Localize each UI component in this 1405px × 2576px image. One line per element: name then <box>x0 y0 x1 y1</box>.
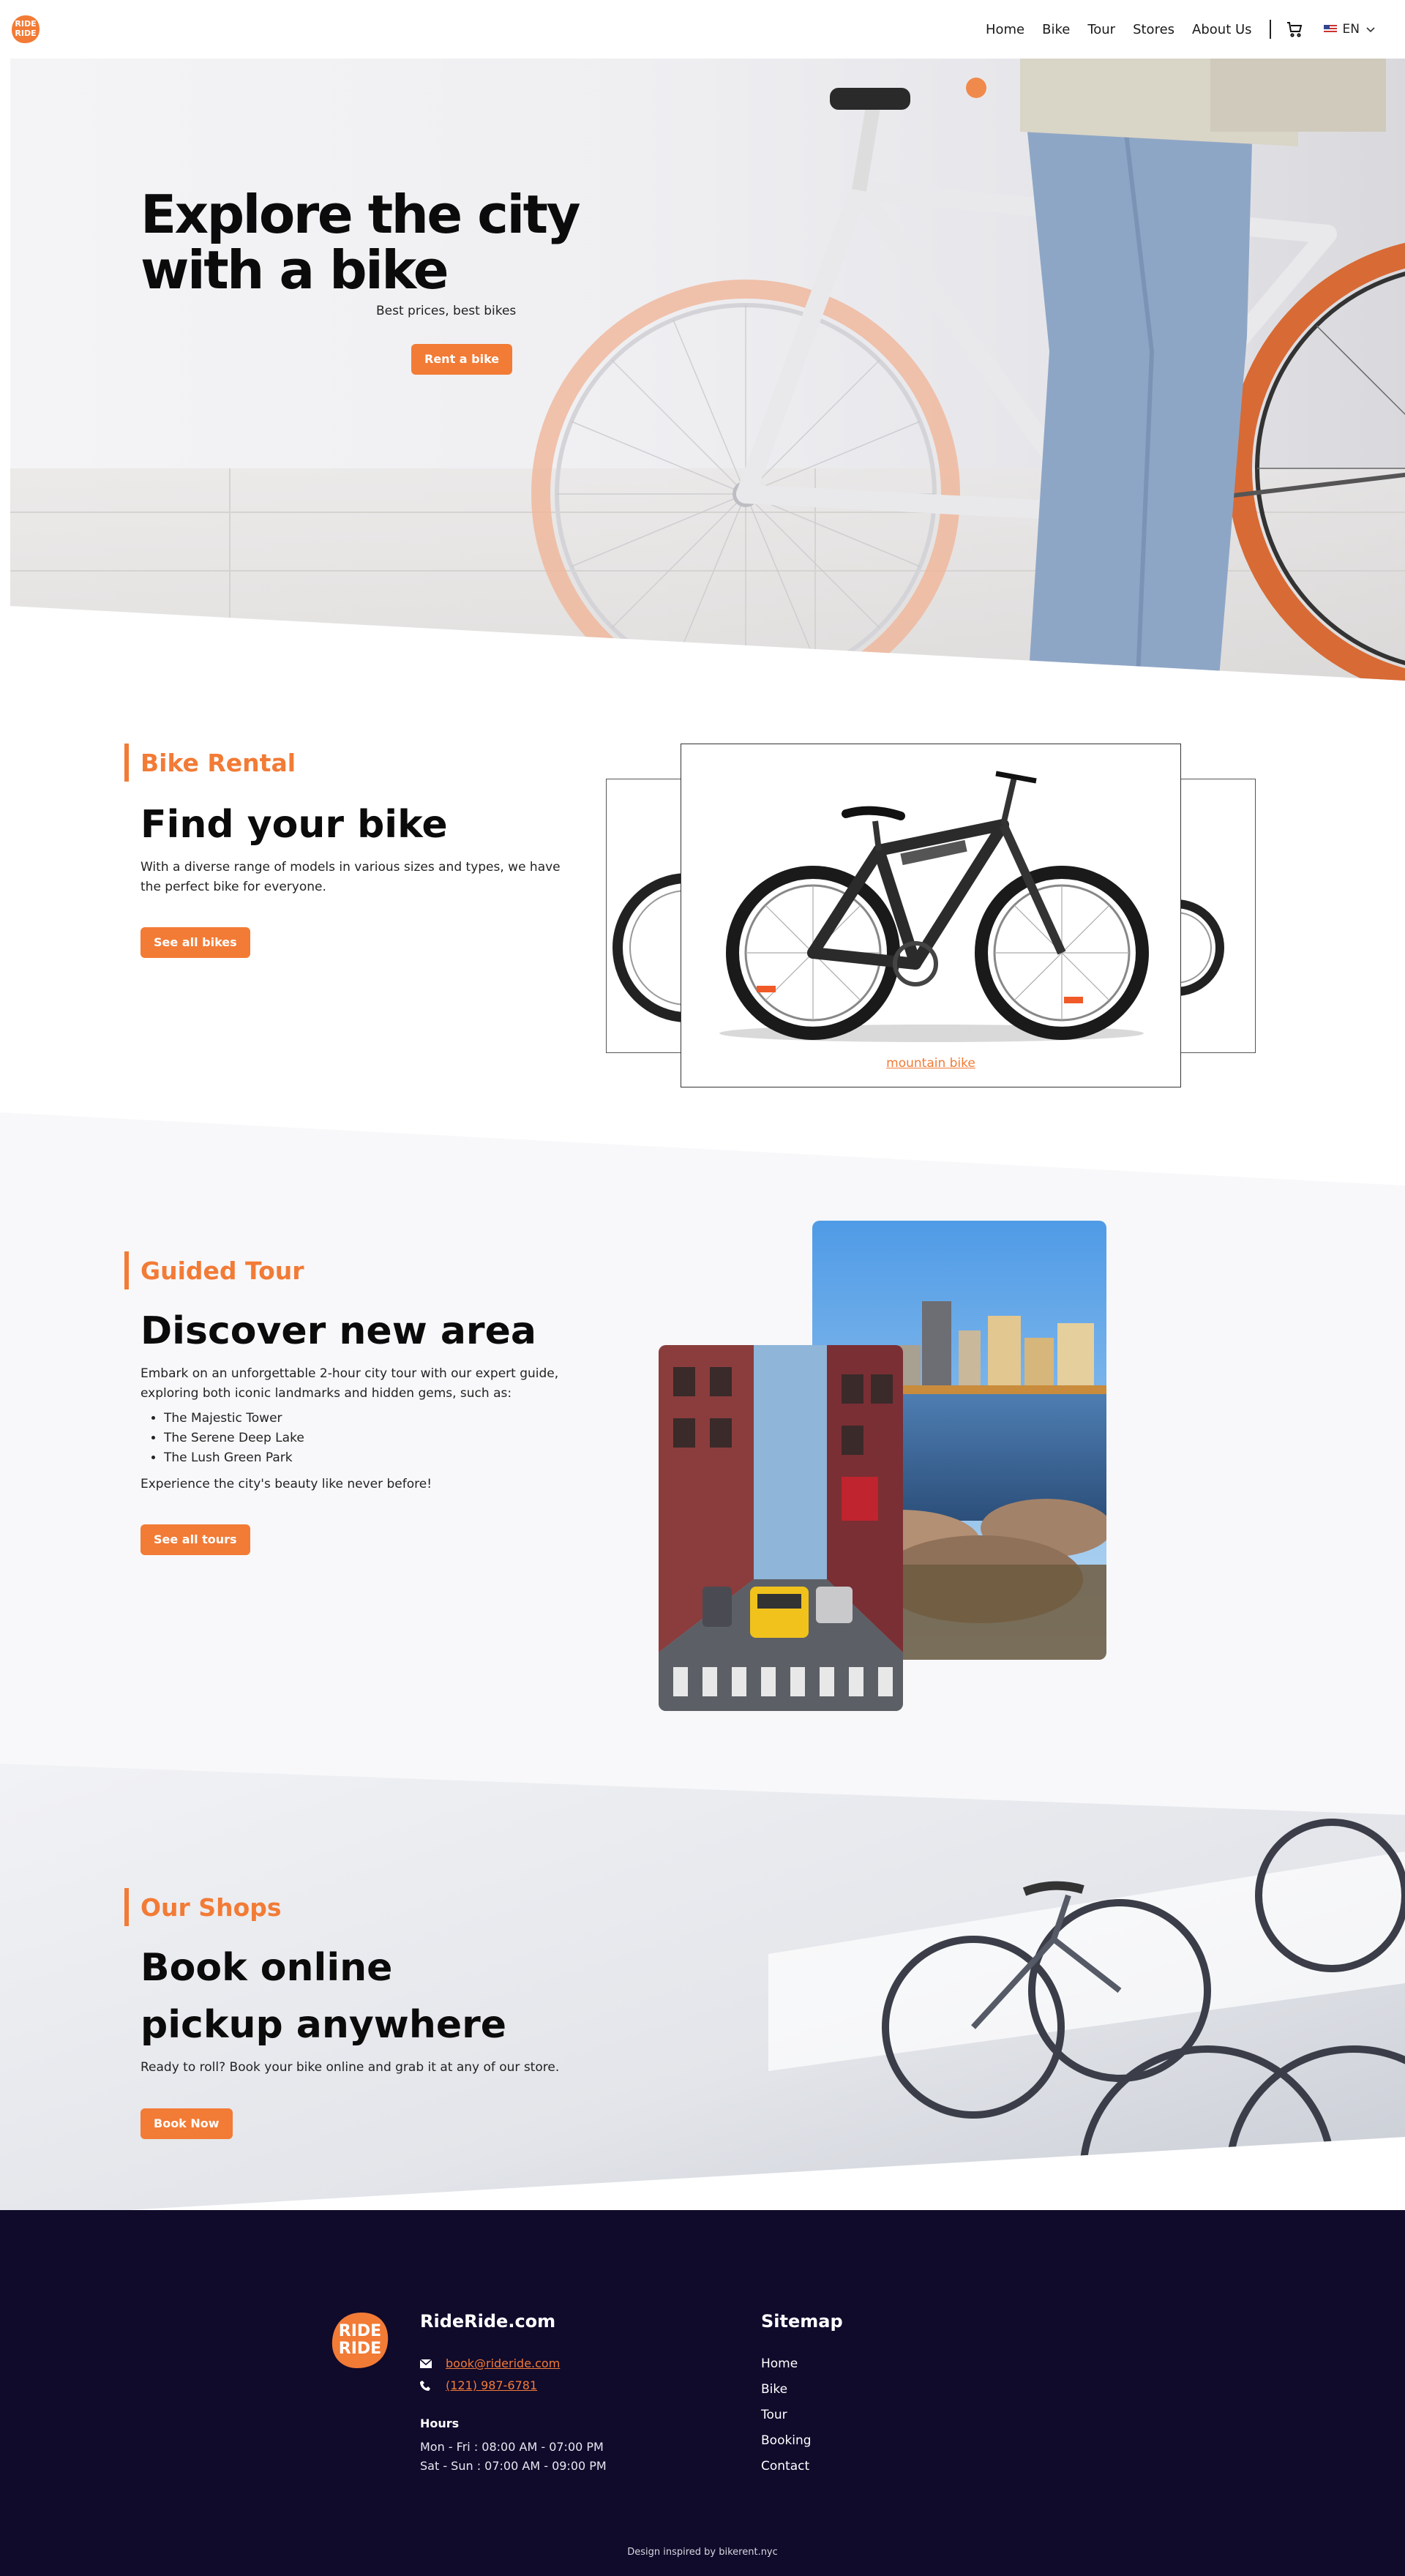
bike-rental-tag: Bike Rental <box>124 744 296 782</box>
book-online-heading-line2: pickup anywhere <box>140 2003 507 2047</box>
hero-title: Explore the city with a bike <box>140 184 581 301</box>
footer-brand: RideRide.com <box>420 2311 556 2332</box>
city-street-photo <box>659 1345 903 1711</box>
tour-highlight-item: The Majestic Tower <box>164 1409 304 1429</box>
envelope-icon <box>420 2359 432 2368</box>
nav-link-bike[interactable]: Bike <box>1042 22 1070 37</box>
tag-accent-bar <box>124 1251 129 1289</box>
tour-highlight-item: The Serene Deep Lake <box>164 1429 304 1448</box>
book-online-heading-line1: Book online <box>140 1946 393 1990</box>
footer: RIDE RIDE RideRide.com book@rideride.com… <box>0 2210 1405 2576</box>
bike-card-caption-link[interactable]: mountain bike <box>681 1056 1180 1071</box>
bike-card-previous[interactable] <box>606 779 686 1053</box>
see-all-bikes-button[interactable]: See all bikes <box>140 927 250 958</box>
bike-rental-tag-label: Bike Rental <box>140 748 296 777</box>
bike-card-active[interactable]: mountain bike <box>681 744 1181 1087</box>
language-selector[interactable]: EN <box>1323 22 1376 37</box>
footer-sitemap-title: Sitemap <box>761 2311 843 2332</box>
rent-a-bike-button[interactable]: Rent a bike <box>411 344 513 375</box>
nav-links: Home Bike Tour Stores About Us EN <box>968 18 1376 41</box>
our-shops-description: Ready to roll? Book your bike online and… <box>140 2060 560 2075</box>
nav-link-stores[interactable]: Stores <box>1133 22 1174 37</box>
logo-text: RIDE RIDE <box>15 19 37 38</box>
footer-credit: Design inspired by bikerent.nyc <box>627 2547 778 2558</box>
sitemap-link-bike[interactable]: Bike <box>761 2382 787 2397</box>
logo[interactable]: RIDE RIDE <box>10 14 41 45</box>
sitemap-link-tour[interactable]: Tour <box>761 2408 787 2422</box>
tag-accent-bar <box>124 744 129 782</box>
hero-bike-image <box>10 59 1405 681</box>
find-your-bike-heading: Find your bike <box>140 803 448 847</box>
discover-new-area-heading: Discover new area <box>140 1309 536 1353</box>
hero-subtitle: Best prices, best bikes <box>376 304 517 318</box>
tour-description: Embark on an unforgettable 2-hour city t… <box>140 1366 559 1401</box>
hero-section: Explore the city with a bike Best prices… <box>10 59 1405 681</box>
book-now-button[interactable]: Book Now <box>140 2108 233 2139</box>
cart-icon[interactable] <box>1286 20 1303 38</box>
nav-link-tour[interactable]: Tour <box>1087 22 1115 37</box>
tour-closing-text: Experience the city's beauty like never … <box>140 1477 432 1491</box>
tour-highlights-list: The Majestic Tower The Serene Deep Lake … <box>164 1409 304 1468</box>
our-shops-tag: Our Shops <box>124 1888 282 1926</box>
footer-email-link[interactable]: book@rideride.com <box>446 2356 560 2370</box>
phone-icon <box>420 2381 430 2391</box>
footer-hours-weekday: Mon - Fri : 08:00 AM - 07:00 PM <box>420 2440 604 2454</box>
see-all-tours-button[interactable]: See all tours <box>140 1524 250 1555</box>
nav-link-home[interactable]: Home <box>986 22 1024 37</box>
footer-phone-link[interactable]: (121) 987-6781 <box>446 2378 537 2392</box>
nav-link-about-us[interactable]: About Us <box>1192 22 1252 37</box>
our-shops-tag-label: Our Shops <box>140 1892 282 1922</box>
bike-card-next[interactable] <box>1175 779 1256 1053</box>
sitemap-link-contact[interactable]: Contact <box>761 2459 809 2474</box>
sitemap-link-home[interactable]: Home <box>761 2356 798 2371</box>
us-flag-icon <box>1323 25 1337 34</box>
bike-rental-description: With a diverse range of models in variou… <box>140 860 561 894</box>
guided-tour-tag-label: Guided Tour <box>140 1256 304 1285</box>
top-navbar: RIDE RIDE Home Bike Tour Stores About Us… <box>0 0 1405 59</box>
language-label: EN <box>1342 22 1360 37</box>
chevron-down-icon <box>1366 27 1375 33</box>
footer-hours-weekend: Sat - Sun : 07:00 AM - 09:00 PM <box>420 2459 607 2473</box>
footer-logo-text: RIDE RIDE <box>338 2322 382 2358</box>
footer-hours-title: Hours <box>420 2416 460 2430</box>
tour-highlight-item: The Lush Green Park <box>164 1448 304 1468</box>
sitemap-link-booking[interactable]: Booking <box>761 2433 812 2448</box>
nav-divider <box>1269 20 1271 39</box>
mountain-bike-image <box>719 771 1149 1042</box>
tag-accent-bar <box>124 1888 129 1926</box>
guided-tour-tag: Guided Tour <box>124 1251 304 1289</box>
